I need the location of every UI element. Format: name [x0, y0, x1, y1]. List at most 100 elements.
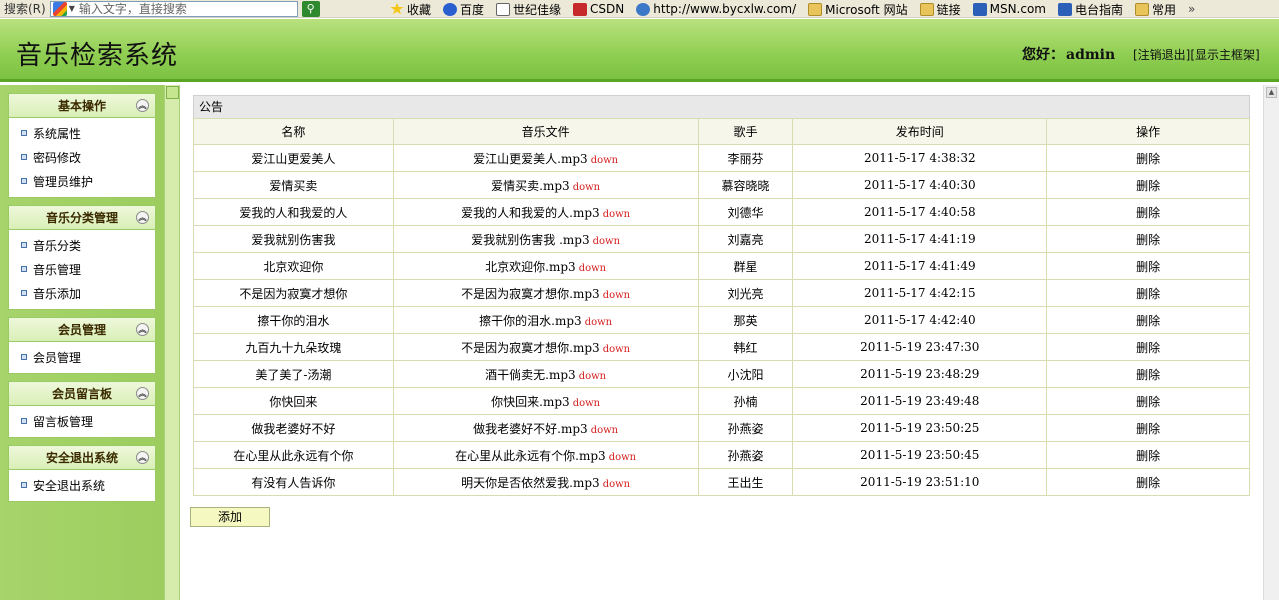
folder-icon — [919, 2, 934, 16]
menu-group-header[interactable]: 音乐分类管理 ︽ — [9, 206, 155, 230]
dropdown-icon[interactable]: ▼ — [69, 4, 75, 13]
menu-group-header[interactable]: 安全退出系统 ︽ — [9, 446, 155, 470]
download-link[interactable]: down — [609, 452, 636, 463]
bookmark-link[interactable]: 世纪佳缘 — [496, 1, 561, 18]
sidebar-item[interactable]: 会员管理 — [9, 345, 155, 369]
collapse-icon[interactable]: ︽ — [136, 387, 149, 400]
song-name-cell: 擦干你的泪水 — [193, 306, 394, 334]
menu-group-header[interactable]: 会员管理 ︽ — [9, 318, 155, 342]
logout-link[interactable]: [注销退出] — [1133, 48, 1190, 62]
music-file-cell: 爱我的人和我爱的人.mp3 down — [392, 198, 699, 226]
sidebar-item[interactable]: 音乐添加 — [9, 281, 155, 305]
bookmark-link[interactable]: 常用 — [1135, 1, 1176, 18]
menu-group-title: 安全退出系统 — [45, 451, 118, 465]
delete-link[interactable]: 删除 — [1136, 233, 1160, 247]
download-link[interactable]: down — [603, 344, 630, 355]
sidebar-item-label: 密码修改 — [33, 150, 82, 165]
collapse-icon[interactable]: ︽ — [136, 99, 149, 112]
bookmark-link[interactable]: 收藏 — [390, 1, 431, 18]
more-chevron-icon[interactable]: » — [1188, 2, 1195, 16]
delete-link[interactable]: 删除 — [1136, 206, 1160, 220]
collapse-sidebar-button[interactable] — [166, 86, 179, 99]
sidebar-item[interactable]: 留言板管理 — [9, 409, 155, 433]
download-link[interactable]: down — [593, 236, 620, 247]
vertical-scrollbar[interactable]: ▲ — [1263, 85, 1279, 600]
download-link[interactable]: down — [579, 371, 606, 382]
main-content: 公告 名称 音乐文件 歌手 发布时间 操作 爱江山更爱美人 爱江山更爱美人.mp3 down… — [181, 85, 1263, 600]
bookmark-link[interactable]: Microsoft 网站 — [808, 1, 908, 18]
delete-link[interactable]: 删除 — [1136, 287, 1160, 301]
add-button[interactable]: 添加 — [190, 507, 270, 527]
collapse-icon[interactable]: ︽ — [136, 451, 149, 464]
delete-link[interactable]: 删除 — [1136, 422, 1160, 436]
frame-splitter[interactable] — [164, 85, 180, 600]
music-file-cell: 你快回来.mp3 down — [392, 387, 699, 415]
bookmark-label: 百度 — [460, 2, 485, 17]
delete-link[interactable]: 删除 — [1136, 314, 1160, 328]
sidebar-item[interactable]: 音乐管理 — [9, 257, 155, 281]
bookmark-label: 链接 — [936, 2, 961, 17]
download-link[interactable]: down — [603, 290, 630, 301]
song-name-cell: 爱我就别伤害我 — [193, 225, 394, 253]
sidebar-item[interactable]: 音乐分类 — [9, 233, 155, 257]
publish-time-cell: 2011-5-17 4:42:15 — [792, 279, 1048, 307]
download-link[interactable]: down — [585, 317, 612, 328]
ie-icon — [636, 2, 651, 16]
table-row: 你快回来 你快回来.mp3 down 孙楠 2011-5-19 23:49:48 删除 — [193, 387, 1250, 415]
menu-group-title: 基本操作 — [57, 99, 106, 113]
menu-group-header[interactable]: 基本操作 ︽ — [9, 94, 155, 118]
song-name-cell: 爱江山更爱美人 — [193, 144, 394, 172]
singer-cell: 孙燕姿 — [697, 441, 794, 469]
publish-time-cell: 2011-5-19 23:50:25 — [792, 414, 1048, 442]
sidebar-item[interactable]: 密码修改 — [9, 145, 155, 169]
music-file-cell: 在心里从此永远有个你.mp3 down — [392, 441, 699, 469]
table-row: 爱江山更爱美人 爱江山更爱美人.mp3 down 李丽芬 2011-5-17 4:38:… — [193, 144, 1250, 172]
table-row: 做我老婆好不好 做我老婆好不好.mp3 down 孙燕姿 2011-5-19 23:50… — [193, 414, 1250, 442]
column-header: 音乐文件 — [392, 118, 699, 145]
music-file-name: 爱我就别伤害我 .mp3 — [471, 232, 590, 247]
publish-time-cell: 2011-5-19 23:48:29 — [792, 360, 1048, 388]
bookmark-link[interactable]: 百度 — [443, 1, 484, 18]
show-frame-link[interactable]: [显示主框架] — [1190, 48, 1259, 62]
music-file-cell: 北京欢迎你.mp3 down — [392, 252, 699, 280]
bookmark-link[interactable]: 链接 — [919, 1, 961, 18]
download-link[interactable]: down — [579, 263, 606, 274]
sidebar-item[interactable]: 管理员维护 — [9, 169, 155, 193]
magnifier-icon: ⚲ — [306, 2, 315, 15]
action-cell: 删除 — [1046, 252, 1250, 280]
download-link[interactable]: down — [573, 182, 600, 193]
download-link[interactable]: down — [603, 209, 630, 220]
music-file-cell: 爱江山更爱美人.mp3 down — [392, 144, 699, 172]
collapse-icon[interactable]: ︽ — [136, 323, 149, 336]
action-cell: 删除 — [1046, 441, 1250, 469]
bookmark-link[interactable]: CSDN — [573, 2, 624, 16]
sidebar-item[interactable]: 安全退出系统 — [9, 473, 155, 497]
download-link[interactable]: down — [591, 425, 618, 436]
music-file-name: 你快回来.mp3 — [491, 394, 570, 409]
action-cell: 删除 — [1046, 414, 1250, 442]
bookmark-link[interactable]: http://www.bycxlw.com/ — [636, 2, 796, 16]
delete-link[interactable]: 删除 — [1136, 260, 1160, 274]
scroll-up-icon[interactable]: ▲ — [1266, 87, 1277, 98]
menu-group-header[interactable]: 会员留言板 ︽ — [9, 382, 155, 406]
delete-link[interactable]: 删除 — [1136, 179, 1160, 193]
bookmark-link[interactable]: MSN.com — [972, 2, 1046, 16]
delete-link[interactable]: 删除 — [1136, 152, 1160, 166]
bookmark-link[interactable]: 电台指南 — [1057, 1, 1123, 18]
download-link[interactable]: down — [603, 479, 630, 490]
delete-link[interactable]: 删除 — [1136, 368, 1160, 382]
download-link[interactable]: down — [573, 398, 600, 409]
bookmark-label: MSN.com — [989, 2, 1046, 16]
delete-link[interactable]: 删除 — [1136, 395, 1160, 409]
music-file-cell: 不是因为寂寞才想你.mp3 down — [392, 333, 699, 361]
download-link[interactable]: down — [591, 155, 618, 166]
sidebar-item[interactable]: 系统属性 — [9, 121, 155, 145]
search-input[interactable]: ▼ 输入文字，直接搜索 — [49, 0, 298, 17]
collapse-icon[interactable]: ︽ — [136, 211, 149, 224]
publish-time-cell: 2011-5-17 4:38:32 — [792, 144, 1048, 172]
delete-link[interactable]: 删除 — [1136, 341, 1160, 355]
delete-link[interactable]: 删除 — [1136, 449, 1160, 463]
bullet-icon — [21, 354, 27, 360]
delete-link[interactable]: 删除 — [1136, 476, 1160, 490]
search-go-button[interactable]: ⚲ — [301, 0, 320, 17]
